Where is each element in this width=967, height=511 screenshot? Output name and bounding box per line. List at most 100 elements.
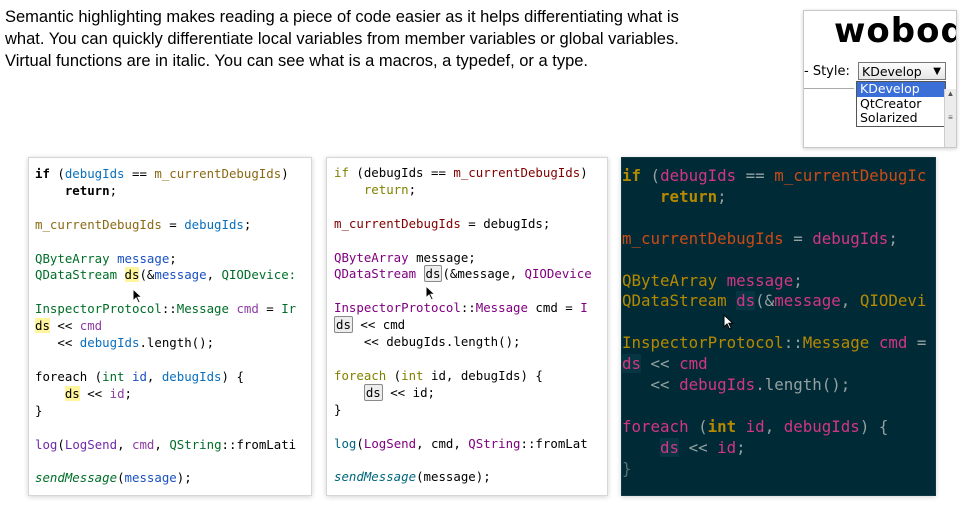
code-text: ( [49, 166, 65, 181]
type: int [102, 368, 125, 384]
woboq-logo[interactable]: woboq [834, 11, 956, 51]
local-variable: id [132, 368, 147, 384]
code-text: << [79, 385, 110, 401]
member-variable: m_currentDebugIds [334, 215, 461, 231]
type: int [401, 367, 424, 383]
scrollbar[interactable]: ▲ ≡ [944, 89, 956, 147]
style-option-kdevelop[interactable]: KDevelop [857, 81, 945, 97]
highlighted-variable[interactable]: ds [622, 354, 642, 374]
style-option-solarized[interactable]: Solarized [857, 110, 945, 126]
function: log [334, 435, 357, 451]
code-text: ) { [221, 368, 244, 384]
style-select[interactable]: KDevelop ▼ [858, 62, 946, 80]
code-text: = [783, 228, 813, 248]
code-text: << [650, 375, 680, 395]
highlighted-variable[interactable]: ds [334, 316, 353, 334]
type: QIODevice: [221, 267, 297, 283]
function: fromLati [236, 436, 297, 452]
style-option-qtcreator[interactable]: QtCreator [857, 96, 945, 112]
code-text: :: [221, 436, 237, 452]
local-variable: message [124, 470, 177, 486]
code-text: ; [109, 182, 118, 198]
keyword: if [334, 165, 349, 180]
code-block: if (debugIds == m_currentDebugIds) retur… [35, 166, 296, 487]
code-text: , [206, 267, 222, 283]
member-variable: m_currentDebugIc [774, 166, 927, 185]
highlighted-variable[interactable]: ds [35, 318, 50, 334]
code-text: ; [124, 385, 132, 401]
code-text: id, debugIds) { [423, 367, 543, 383]
member-variable: m_currentDebugIds [622, 228, 784, 248]
highlighted-variable[interactable]: ds [660, 437, 680, 457]
code-panel-qtcreator: if (debugIds == m_currentDebugIds) retur… [326, 157, 608, 496]
code-text: ; [888, 228, 898, 248]
code-text: cmd = [527, 300, 581, 316]
code-text: << [679, 437, 718, 457]
enum-value: LogSend [363, 435, 417, 451]
type: Ir [281, 301, 297, 317]
code-block: if (debugIds == m_currentDebugIc return;… [622, 166, 926, 480]
code-text: = [161, 216, 185, 232]
local-variable: cmd [132, 436, 155, 452]
code-text: << cmd [352, 317, 406, 333]
code-text: , [146, 368, 162, 384]
argument: debugIds [679, 375, 756, 395]
local-variable: id [109, 385, 125, 401]
highlighted-variable[interactable]: ds [124, 267, 140, 283]
argument: debugIds [660, 166, 737, 185]
code-text: << debugIds.length(); [334, 334, 521, 350]
keyword: return [660, 186, 718, 206]
code-text: << [49, 318, 80, 334]
keyword: foreach [622, 416, 689, 436]
code-text: (& [755, 291, 775, 311]
scroll-up-icon[interactable]: ▲ [945, 89, 956, 99]
style-dropdown-list[interactable]: KDevelop QtCreator Solarized [856, 81, 946, 127]
local-variable: cmd [679, 354, 708, 374]
local-variable: message [154, 267, 207, 283]
keyword: return [363, 181, 409, 197]
type: QDataStream [622, 291, 727, 311]
style-selected-value: KDevelop [862, 64, 922, 79]
highlighted-variable[interactable]: ds [64, 385, 80, 401]
highlighted-variable[interactable]: ds [423, 265, 443, 283]
code-text: ; [408, 181, 417, 197]
code-text: :: [161, 301, 177, 317]
code-text: , cmd, [416, 435, 469, 451]
virtual-function: sendMessage [334, 469, 417, 485]
highlighted-variable[interactable]: ds [736, 291, 756, 311]
type: Message [475, 300, 528, 316]
code-text: = [258, 301, 282, 317]
code-text: ) { [859, 416, 889, 436]
type: Message [802, 333, 870, 353]
local-variable: message [726, 270, 794, 290]
scroll-grip-icon[interactable]: ≡ [945, 113, 956, 123]
code-text: == [124, 166, 155, 181]
local-variable: message [117, 250, 170, 266]
highlighted-variable[interactable]: ds [363, 383, 383, 401]
code-panel-solarized: if (debugIds == m_currentDebugIc return;… [621, 157, 936, 496]
code-text: (&message, [442, 266, 525, 282]
intro-line: Virtual functions are in italic. You can… [5, 52, 589, 70]
code-text: ( [386, 367, 402, 383]
member-variable: m_currentDebugIds [453, 165, 581, 180]
code-text: << id; [382, 384, 435, 400]
code-text: } [622, 458, 632, 478]
function: log [35, 436, 58, 452]
code-text: , [764, 416, 784, 436]
code-text: } [35, 402, 43, 418]
type: InspectorProtocol [622, 333, 784, 353]
local-variable: message [774, 291, 841, 311]
type: QString [169, 436, 222, 452]
local-variable: cmd [79, 318, 103, 334]
